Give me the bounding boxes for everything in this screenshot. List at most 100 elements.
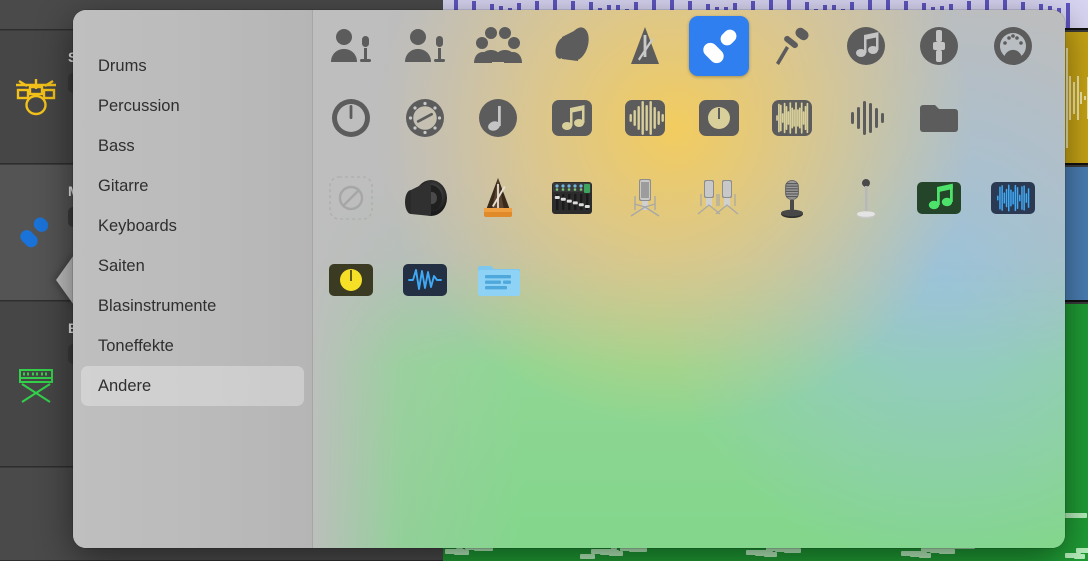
singer-with-mic-icon: [327, 22, 375, 70]
icon-cell-knob-square[interactable]: [689, 88, 749, 148]
mic-on-stand-icon: [768, 22, 816, 70]
icon-cell-yellow-knob-app[interactable]: [321, 250, 381, 310]
icon-cell-singer-with-mic[interactable]: [321, 16, 381, 76]
icon-cell-handheld-microphone[interactable]: [688, 16, 749, 76]
sidebar-item-label: Percussion: [98, 96, 180, 115]
wooden-metronome-icon: [474, 174, 522, 222]
drum-kit-icon: [14, 77, 58, 117]
icon-cell-midi-din-connector[interactable]: [983, 16, 1043, 76]
icon-cell-horn-speaker[interactable]: [542, 16, 602, 76]
icon-cell-audio-jack-circle[interactable]: [909, 16, 969, 76]
knob-outline-icon: [327, 94, 375, 142]
sidebar-item-bass[interactable]: Bass: [81, 126, 304, 166]
icon-cell-stereo-microphone-pair[interactable]: [689, 168, 749, 228]
icon-cell-desktop-microphone[interactable]: [762, 168, 822, 228]
midi-note: [1076, 548, 1088, 553]
midi-note: [1065, 553, 1081, 558]
folder-icon: [915, 94, 963, 142]
sidebar-item-drums[interactable]: Drums: [81, 46, 304, 86]
yellow-knob-app-icon: [327, 256, 375, 304]
knob-square-icon: [695, 94, 743, 142]
icon-cell-metronome-outline[interactable]: [615, 16, 675, 76]
icon-cell-male-singer-with-mic[interactable]: [395, 16, 455, 76]
sidebar-item-label: Andere: [98, 376, 152, 395]
icon-cell-mic-on-stand[interactable]: [762, 16, 822, 76]
sidebar-item-label: Bass: [98, 136, 135, 155]
handheld-microphone-icon: [695, 22, 743, 70]
icon-cell-blue-document-folder[interactable]: [468, 250, 528, 310]
waveform-bar: [1065, 48, 1068, 148]
speaker-cone-icon: [401, 174, 449, 222]
icon-cell-quarter-note-circle[interactable]: [468, 88, 528, 148]
waveform-bar: [1076, 76, 1079, 120]
sidebar-item-andere[interactable]: Andere: [81, 366, 304, 406]
male-singer-with-mic-icon: [401, 22, 449, 70]
icon-grid-pane: [313, 10, 1065, 548]
waveform-bar: [1066, 2, 1070, 28]
waveform-bar: [1083, 95, 1086, 101]
midi-note: [1063, 513, 1087, 518]
category-sidebar: Drums Percussion Bass Gitarre Keyboards Saite…: [73, 10, 313, 548]
icon-cell-speaker-cone[interactable]: [395, 168, 455, 228]
sidebar-item-label: Gitarre: [98, 176, 149, 195]
sidebar-item-percussion[interactable]: Percussion: [81, 86, 304, 126]
sidebar-item-blasinstrumente[interactable]: Blasinstrumente: [81, 286, 304, 326]
condenser-microphone-icon: [621, 174, 669, 222]
waveform-bar: [1069, 76, 1072, 120]
icon-cell-green-music-note-app[interactable]: [909, 168, 969, 228]
waveform-square-icon: [621, 94, 669, 142]
icon-cell-mixing-console[interactable]: [542, 168, 602, 228]
icon-cell-microphone-boom-stand[interactable]: [836, 168, 896, 228]
music-note-square-icon: [548, 94, 596, 142]
sidebar-item-keyboards[interactable]: Keyboards: [81, 206, 304, 246]
quarter-note-circle-icon: [474, 94, 522, 142]
sidebar-item-label: Blasinstrumente: [98, 296, 217, 315]
icon-cell-music-note-circle[interactable]: [836, 16, 896, 76]
icon-cell-condenser-microphone[interactable]: [615, 168, 675, 228]
music-note-circle-icon: [842, 22, 890, 70]
waveform-burst-square-icon: [768, 94, 816, 142]
instrument-icon-picker-popover: Drums Percussion Bass Gitarre Keyboards Saite…: [73, 10, 1065, 548]
midi-note: [445, 549, 465, 554]
midi-note: [746, 550, 769, 555]
waveform-bars-icon: [842, 94, 890, 142]
keyboard-stand-icon: [14, 364, 58, 404]
waveform-bar: [1080, 91, 1083, 105]
screen: S M: [0, 0, 1088, 561]
blue-document-folder-icon: [474, 256, 522, 304]
icon-cell-blue-waveform-app[interactable]: [983, 168, 1043, 228]
icon-cell-waveform-burst-square[interactable]: [762, 88, 822, 148]
blue-waveform-app-icon: [989, 174, 1037, 222]
icon-cell-tuner-dial-circle[interactable]: [395, 88, 455, 148]
sidebar-item-label: Saiten: [98, 256, 145, 275]
icon-cell-wooden-metronome[interactable]: [468, 168, 528, 228]
icon-cell-waveform-bars[interactable]: [836, 88, 896, 148]
desktop-microphone-icon: [768, 174, 816, 222]
midi-note: [591, 549, 615, 554]
icon-cell-waveform-square[interactable]: [615, 88, 675, 148]
stereo-microphone-pair-icon: [695, 174, 743, 222]
icon-cell-no-symbol[interactable]: [321, 168, 381, 228]
metronome-outline-icon: [621, 22, 669, 70]
mixing-console-icon: [548, 174, 596, 222]
microphone-icon: [14, 213, 58, 253]
midi-note: [580, 554, 595, 559]
sidebar-item-toneffekte[interactable]: Toneffekte: [81, 326, 304, 366]
icon-cell-music-note-square[interactable]: [542, 88, 602, 148]
icon-cell-group-of-people[interactable]: [468, 16, 528, 76]
sidebar-item-saiten[interactable]: Saiten: [81, 246, 304, 286]
icon-cell-oscilloscope-app[interactable]: [395, 250, 455, 310]
midi-note: [901, 551, 923, 556]
horn-speaker-icon: [548, 22, 596, 70]
tuner-dial-circle-icon: [401, 94, 449, 142]
audio-jack-circle-icon: [915, 22, 963, 70]
microphone-boom-stand-icon: [842, 174, 890, 222]
green-music-note-app-icon: [915, 174, 963, 222]
oscilloscope-app-icon: [401, 256, 449, 304]
waveform-bar: [1073, 82, 1075, 114]
no-symbol-icon: [327, 174, 375, 222]
group-of-people-icon: [474, 22, 522, 70]
icon-cell-knob-outline[interactable]: [321, 88, 381, 148]
sidebar-item-gitarre[interactable]: Gitarre: [81, 166, 304, 206]
icon-cell-folder[interactable]: [909, 88, 969, 148]
